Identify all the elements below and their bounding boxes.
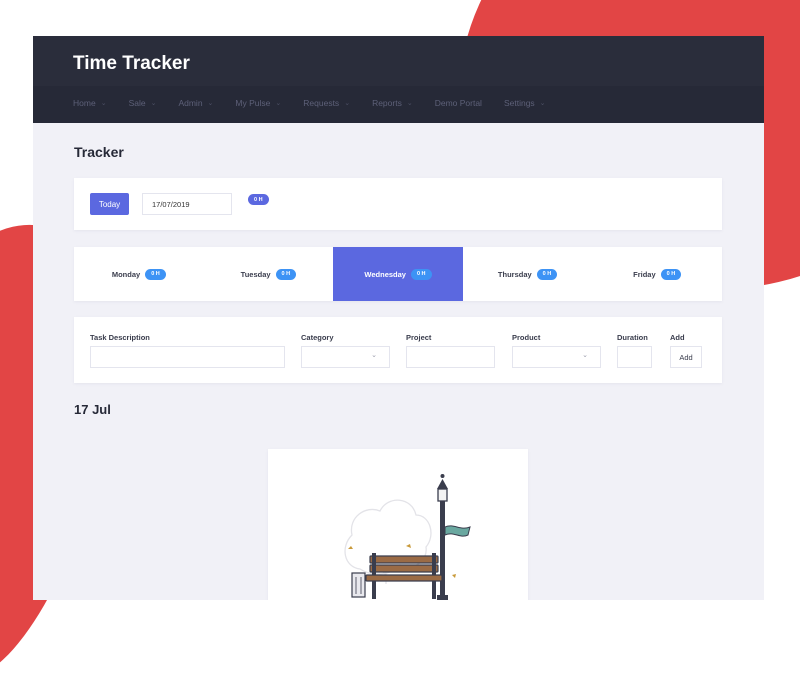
day-hours-badge: 0 H	[410, 268, 432, 280]
chevron-down-icon: ⌄	[406, 100, 413, 107]
tab-monday[interactable]: Monday 0 H	[74, 247, 204, 301]
nav-item-home[interactable]: Home ⌄	[73, 98, 107, 108]
chevron-down-icon: ⌄	[100, 100, 107, 107]
project-input[interactable]	[406, 346, 495, 368]
product-select[interactable]: ⌄	[512, 346, 601, 368]
nav-item-label: Requests	[303, 98, 340, 108]
nav-item-label: Admin	[178, 98, 203, 108]
category-select[interactable]: ⌄	[301, 346, 390, 368]
trash-bin	[351, 572, 366, 598]
nav-item-admin[interactable]: Admin ⌄	[178, 98, 213, 108]
nav-item-label: Sale	[128, 98, 146, 108]
date-input[interactable]: 17/07/2019	[142, 193, 232, 215]
project-label: Project	[406, 333, 432, 342]
tab-wednesday[interactable]: Wednesday 0 H	[333, 247, 463, 301]
leaf-shape	[452, 574, 456, 578]
duration-input[interactable]	[617, 346, 652, 368]
nav-item-sale[interactable]: Sale ⌄	[129, 98, 157, 108]
flag-shape	[444, 525, 471, 537]
add-button[interactable]: Add	[670, 346, 702, 368]
nav-item-my-pulse[interactable]: My Pulse ⌄	[235, 98, 281, 108]
chevron-down-icon: ⌄	[539, 100, 546, 107]
duration-label: Duration	[617, 333, 648, 342]
add-label: Add	[670, 333, 685, 342]
day-label: Monday	[111, 269, 141, 279]
total-hours-badge: 0 H	[248, 194, 269, 205]
nav-item-label: Demo Portal	[434, 98, 482, 108]
day-hours-badge: 0 H	[275, 268, 297, 280]
today-button[interactable]: Today	[90, 193, 129, 215]
product-label: Product	[512, 333, 541, 342]
nav-item-demo-portal[interactable]: Demo Portal	[435, 98, 482, 108]
entry-form: Task Description Category ⌄ Project Prod…	[74, 317, 722, 383]
entries-date-heading: 17 Jul	[74, 402, 111, 417]
day-hours-badge: 0 H	[660, 268, 682, 280]
page-title: Tracker	[74, 144, 124, 160]
leaf-shape	[348, 546, 353, 549]
empty-state-card	[268, 449, 528, 600]
app-window: Time Tracker Home ⌄ Sale ⌄ Admin ⌄ My Pulse…	[33, 36, 764, 600]
chevron-down-icon: ⌄	[582, 352, 588, 359]
nav-item-settings[interactable]: Settings ⌄	[504, 98, 546, 108]
park-bench-illustration	[344, 474, 471, 600]
task-description-input[interactable]	[90, 346, 285, 368]
nav-item-label: Reports	[372, 98, 402, 108]
nav-item-requests[interactable]: Requests ⌄	[303, 98, 350, 108]
category-label: Category	[301, 333, 334, 342]
nav-item-reports[interactable]: Reports ⌄	[372, 98, 413, 108]
tab-thursday[interactable]: Thursday 0 H	[463, 247, 593, 301]
nav-item-label: Settings	[503, 98, 535, 108]
chevron-down-icon: ⌄	[150, 100, 157, 107]
chevron-down-icon: ⌄	[275, 100, 282, 107]
leaf-shape	[406, 544, 411, 548]
day-tabs: Monday 0 H Tuesday 0 H Wednesday 0 H Thursd…	[74, 247, 722, 301]
day-label: Wednesday	[364, 269, 406, 279]
bench	[365, 553, 443, 599]
app-title: Time Tracker	[73, 53, 190, 74]
chevron-down-icon: ⌄	[371, 352, 377, 359]
tab-tuesday[interactable]: Tuesday 0 H	[204, 247, 334, 301]
tab-friday[interactable]: Friday 0 H	[592, 247, 722, 301]
main-nav: Home ⌄ Sale ⌄ Admin ⌄ My Pulse ⌄ Requests ⌄ R…	[73, 98, 568, 108]
date-bar: Today 17/07/2019 0 H	[74, 178, 722, 230]
day-hours-badge: 0 H	[536, 268, 558, 280]
header: Time Tracker Home ⌄ Sale ⌄ Admin ⌄ My Pulse…	[33, 36, 764, 123]
day-hours-badge: 0 H	[145, 268, 166, 280]
chevron-down-icon: ⌄	[344, 100, 351, 107]
day-label: Thursday	[497, 269, 532, 279]
nav-item-label: My Pulse	[235, 98, 271, 108]
task-description-label: Task Description	[90, 333, 150, 342]
day-label: Friday	[633, 269, 656, 279]
day-label: Tuesday	[240, 269, 271, 279]
chevron-down-icon: ⌄	[207, 100, 214, 107]
nav-item-label: Home	[73, 98, 96, 108]
